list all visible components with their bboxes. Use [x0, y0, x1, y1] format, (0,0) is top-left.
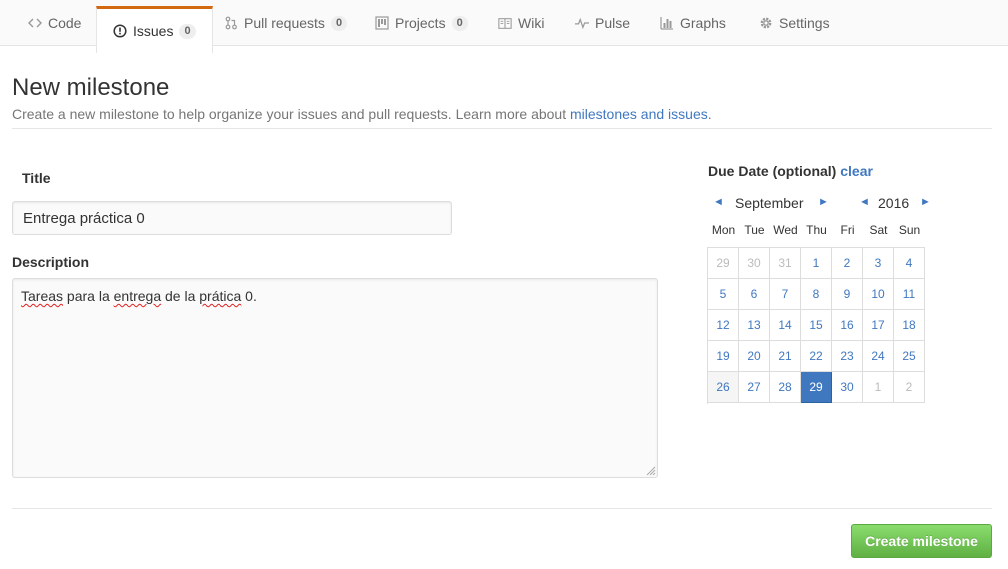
tab-issues[interactable]: Issues 0 [96, 6, 213, 53]
calendar-day[interactable]: 30 [739, 248, 770, 279]
git-pull-request-icon [224, 16, 238, 30]
calendar-day[interactable]: 2 [832, 248, 863, 279]
subtitle-text: Create a new milestone to help organize … [12, 106, 570, 122]
tab-wiki[interactable]: Wiki [498, 0, 544, 46]
calendar-day[interactable]: 14 [770, 310, 801, 341]
tab-label: Wiki [518, 15, 545, 31]
due-date-label: Due Date (optional) [708, 163, 837, 179]
calendar-day[interactable]: 19 [708, 341, 739, 372]
projects-counter: 0 [451, 15, 468, 31]
calendar-day[interactable]: 5 [708, 279, 739, 310]
weekday-label: Sat [869, 223, 888, 237]
calendar-day[interactable]: 16 [832, 310, 863, 341]
tab-label: Issues [133, 23, 174, 39]
description-text: de la [161, 288, 200, 304]
tab-settings[interactable]: Settings [759, 0, 830, 46]
tab-label: Settings [779, 15, 830, 31]
previous-year-button[interactable]: ◄ [859, 196, 870, 208]
calendar-day[interactable]: 11 [894, 279, 925, 310]
tab-label: Graphs [680, 15, 726, 31]
calendar-day[interactable]: 1 [863, 372, 894, 403]
tab-label: Code [48, 15, 82, 31]
tab-label: Pull requests [244, 15, 325, 31]
weekday-label: Tue [744, 223, 765, 237]
calendar-day[interactable]: 10 [863, 279, 894, 310]
page-subtitle: Create a new milestone to help organize … [12, 106, 712, 122]
description-label: Description [12, 254, 90, 270]
calendar-day[interactable]: 4 [894, 248, 925, 279]
footer-divider [12, 508, 992, 509]
due-date-heading: Due Date (optional) clear [708, 163, 873, 179]
calendar-day[interactable]: 24 [863, 341, 894, 372]
pulse-icon [575, 16, 589, 30]
code-icon [28, 16, 42, 30]
pull-requests-counter: 0 [330, 15, 348, 31]
description-text: para la [63, 288, 114, 304]
tab-label: Projects [395, 15, 446, 31]
calendar-day[interactable]: 30 [832, 372, 863, 403]
weekday-label: Thu [806, 223, 827, 237]
calendar-day[interactable]: 26 [708, 372, 739, 403]
gear-icon [759, 16, 773, 30]
create-milestone-button[interactable]: Create milestone [851, 524, 992, 558]
calendar-day[interactable]: 1 [801, 248, 832, 279]
description-word-misspelled: entrega [113, 288, 162, 304]
calendar-day[interactable]: 28 [770, 372, 801, 403]
description-textarea[interactable]: Tareas para la entrega de la prática 0. [12, 278, 658, 478]
title-input[interactable] [12, 201, 452, 235]
calendar-grid: 29 30 31 1 2 3 4 5 6 7 8 9 10 11 12 13 14 15 16 17 18 19 20 21 2… [707, 247, 925, 404]
calendar-day[interactable]: 25 [894, 341, 925, 372]
calendar-day[interactable]: 15 [801, 310, 832, 341]
book-icon [498, 16, 512, 30]
milestones-help-link[interactable]: milestones and issues [570, 106, 708, 122]
calendar-month: September [735, 195, 804, 211]
calendar-day[interactable]: 17 [863, 310, 894, 341]
page-title: New milestone [12, 74, 170, 101]
calendar-day[interactable]: 12 [708, 310, 739, 341]
calendar-day[interactable]: 2 [894, 372, 925, 403]
calendar-day[interactable]: 18 [894, 310, 925, 341]
clear-due-date-link[interactable]: clear [840, 163, 873, 179]
calendar-day[interactable]: 13 [739, 310, 770, 341]
weekday-label: Wed [773, 223, 798, 237]
calendar-day[interactable]: 23 [832, 341, 863, 372]
description-word-misspelled: prática [199, 288, 242, 304]
next-year-button[interactable]: ► [920, 196, 931, 208]
calendar-day[interactable]: 20 [739, 341, 770, 372]
calendar-day[interactable]: 21 [770, 341, 801, 372]
calendar-day-selected[interactable]: 29 [801, 372, 832, 403]
calendar-day[interactable]: 3 [863, 248, 894, 279]
tab-pulse[interactable]: Pulse [575, 0, 630, 46]
issues-counter: 0 [179, 23, 196, 39]
previous-month-button[interactable]: ◄ [713, 196, 724, 208]
calendar-day[interactable]: 6 [739, 279, 770, 310]
weekday-label: Sun [898, 223, 921, 237]
weekday-label: Fri [840, 223, 855, 237]
subtitle-end: . [707, 106, 712, 122]
next-month-button[interactable]: ► [818, 196, 829, 208]
calendar-day[interactable]: 31 [770, 248, 801, 279]
calendar-day[interactable]: 22 [801, 341, 832, 372]
calendar-day[interactable]: 27 [739, 372, 770, 403]
resize-grip-icon[interactable] [645, 465, 656, 476]
calendar-day[interactable]: 9 [832, 279, 863, 310]
calendar-year: 2016 [878, 195, 910, 211]
repo-nav: Code Issues 0 Pull requests 0 Projects 0… [0, 0, 1008, 53]
description-text: 0. [241, 288, 257, 304]
tab-label: Pulse [595, 15, 631, 31]
calendar-day[interactable]: 7 [770, 279, 801, 310]
description-word-misspelled: Tareas [21, 288, 64, 304]
tab-graphs[interactable]: Graphs [660, 0, 726, 46]
issue-opened-icon [113, 24, 127, 38]
graph-icon [660, 16, 674, 30]
weekday-label: Mon [711, 223, 736, 237]
project-icon [375, 16, 389, 30]
tab-code[interactable]: Code [28, 0, 81, 46]
tab-projects[interactable]: Projects 0 [375, 0, 468, 46]
title-label: Title [22, 170, 51, 186]
calendar-day[interactable]: 8 [801, 279, 832, 310]
header-divider [12, 128, 992, 129]
calendar-day[interactable]: 29 [708, 248, 739, 279]
tab-pull-requests[interactable]: Pull requests 0 [224, 0, 348, 46]
